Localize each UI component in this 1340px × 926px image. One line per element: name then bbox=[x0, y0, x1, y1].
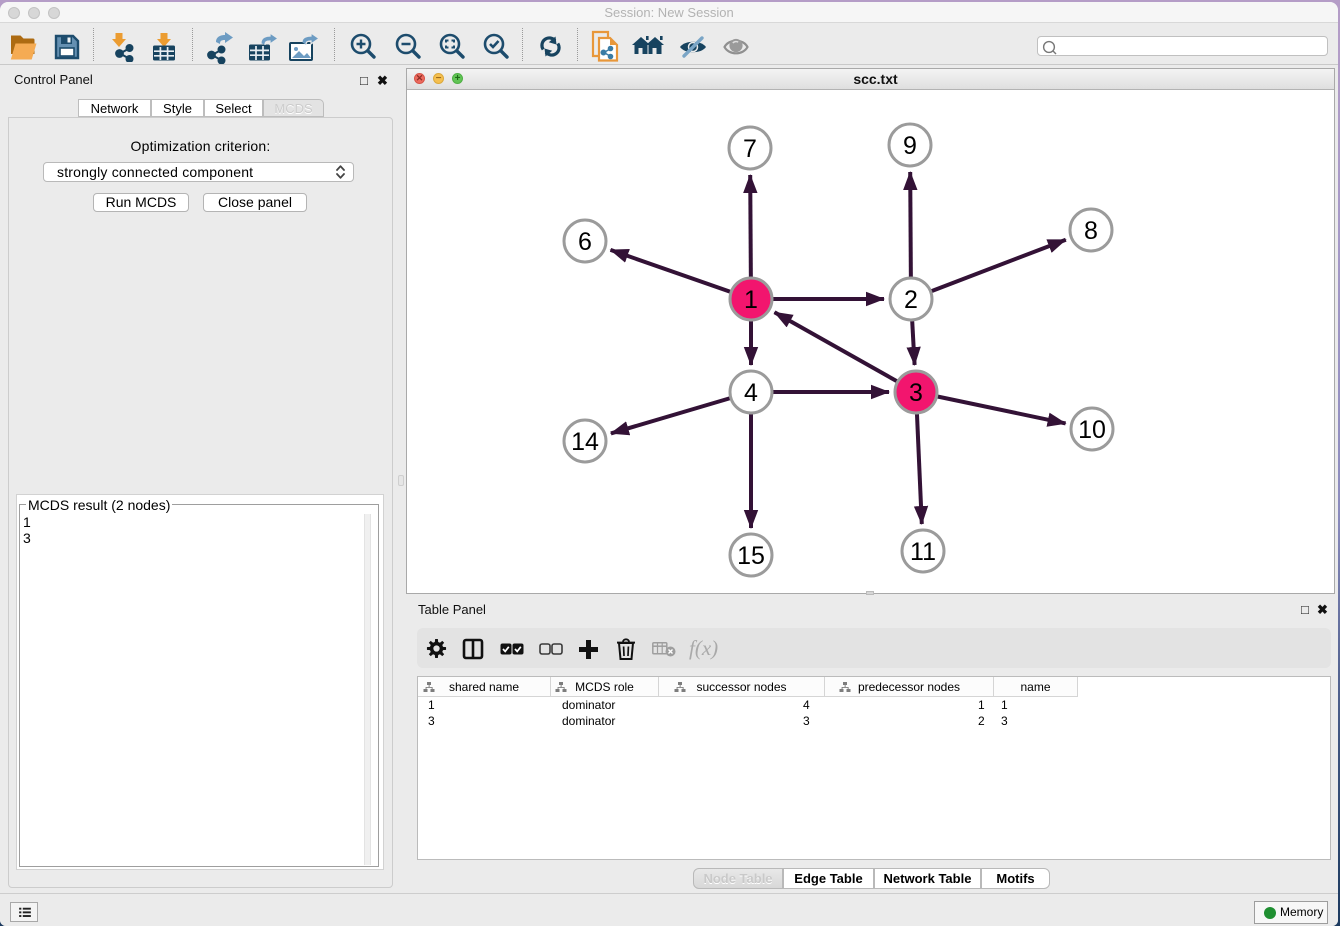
svg-text:8: 8 bbox=[1084, 217, 1098, 245]
svg-text:3: 3 bbox=[909, 379, 923, 407]
svg-text:9: 9 bbox=[903, 132, 917, 160]
svg-text:2: 2 bbox=[904, 286, 918, 314]
svg-text:4: 4 bbox=[744, 379, 758, 407]
svg-text:14: 14 bbox=[571, 428, 599, 456]
svg-text:15: 15 bbox=[737, 542, 765, 570]
svg-text:10: 10 bbox=[1078, 416, 1106, 444]
svg-text:1: 1 bbox=[744, 286, 758, 314]
svg-text:11: 11 bbox=[910, 538, 936, 566]
svg-text:6: 6 bbox=[578, 228, 592, 256]
svg-text:7: 7 bbox=[743, 135, 757, 163]
